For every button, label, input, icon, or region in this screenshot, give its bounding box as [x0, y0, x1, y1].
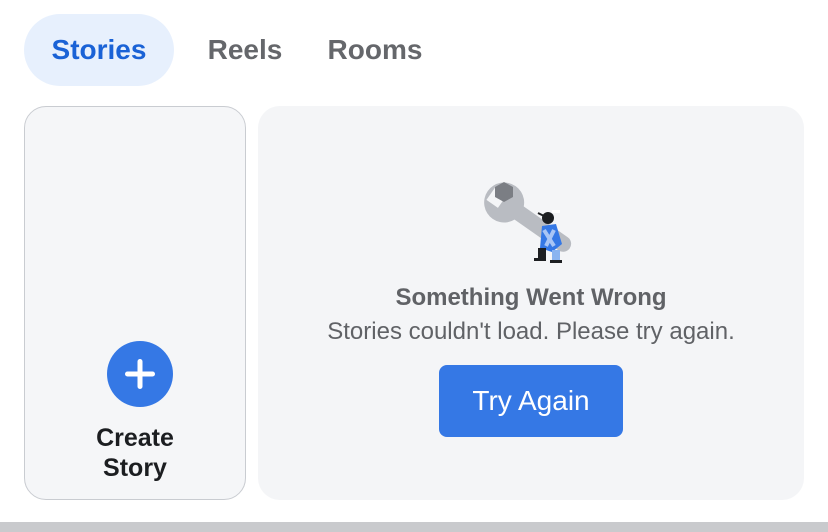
- tab-reels[interactable]: Reels: [190, 14, 300, 86]
- create-story-card[interactable]: Create Story: [24, 106, 246, 500]
- error-title: Something Went Wrong: [395, 284, 667, 311]
- create-story-label-line2: Story: [103, 454, 167, 482]
- create-story-label-line1: Create: [96, 424, 174, 452]
- wrench-worker-icon: [482, 174, 582, 270]
- section-divider: [0, 522, 828, 532]
- try-again-button[interactable]: Try Again: [439, 365, 623, 437]
- plus-icon[interactable]: [107, 341, 173, 407]
- tab-stories[interactable]: Stories: [24, 14, 174, 86]
- error-card: Something Went Wrong Stories couldn't lo…: [258, 106, 804, 500]
- tab-rooms[interactable]: Rooms: [312, 14, 438, 86]
- stories-panel: Stories Reels Rooms Create Story Somethi…: [0, 0, 828, 532]
- error-message: Stories couldn't load. Please try again.: [327, 318, 735, 345]
- create-story-label: Create Story: [25, 423, 245, 483]
- tab-bar: Stories Reels Rooms: [24, 14, 438, 86]
